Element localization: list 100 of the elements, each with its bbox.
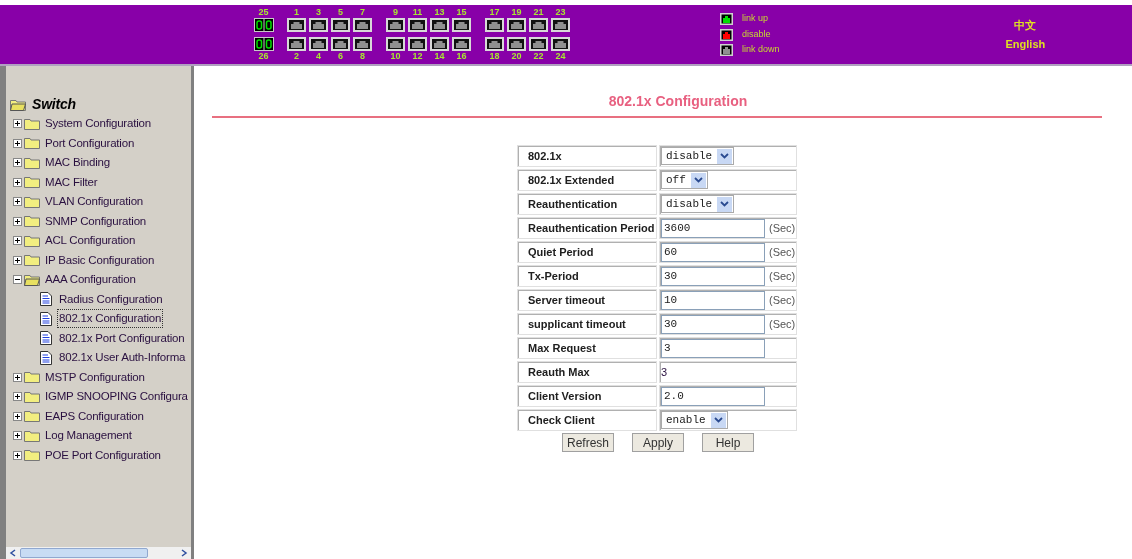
tree-item[interactable]: Port Configuration <box>45 134 135 152</box>
folder-icon <box>24 429 40 442</box>
dropdown[interactable]: disable <box>661 147 735 165</box>
tree-item[interactable]: System Configuration <box>45 115 151 133</box>
unit-label: (Sec) <box>769 244 796 260</box>
dropdown[interactable]: off <box>661 171 708 189</box>
field-label: Reauthentication Period <box>517 217 657 239</box>
expand-icon[interactable] <box>13 177 22 187</box>
folder-icon <box>24 176 40 189</box>
tree-root-label[interactable]: Switch <box>32 94 76 115</box>
expand-icon[interactable] <box>13 450 22 460</box>
port-number: 11 <box>412 7 423 18</box>
dropdown-caret-icon <box>690 172 706 188</box>
unit-label: (Sec) <box>769 292 796 308</box>
document-icon <box>40 350 52 365</box>
tree-item[interactable]: Log Management <box>45 427 132 445</box>
port-number: 12 <box>412 51 423 62</box>
expand-icon[interactable] <box>13 197 22 207</box>
unit-label: (Sec) <box>769 268 796 284</box>
expand-icon[interactable] <box>13 392 22 402</box>
input-field[interactable]: 60 <box>661 242 765 262</box>
port-number: 16 <box>456 51 467 62</box>
port-number: 6 <box>338 51 343 62</box>
tree-item[interactable]: MSTP Configuration <box>45 368 145 386</box>
tree-item[interactable]: MAC Filter <box>45 173 98 191</box>
dropdown[interactable]: disable <box>661 195 735 213</box>
form-button[interactable]: Refresh <box>562 433 614 452</box>
page-title: 802.1x Configuration <box>608 92 748 110</box>
port-number: 24 <box>555 51 566 62</box>
expand-icon[interactable] <box>13 431 22 441</box>
tree-item[interactable]: AAA Configuration <box>45 271 136 289</box>
document-icon <box>40 311 52 326</box>
port-number: 14 <box>434 51 445 62</box>
tree-item[interactable]: 802.1x Configuration <box>57 309 164 329</box>
port-number: 18 <box>489 51 500 62</box>
port-number: 2 <box>294 51 299 62</box>
port-number: 7 <box>360 7 365 18</box>
form-button[interactable]: Apply <box>632 433 684 452</box>
expand-icon[interactable] <box>13 138 22 148</box>
expand-icon[interactable] <box>13 236 22 246</box>
folder-icon <box>24 390 40 403</box>
port-number: 25 <box>258 7 269 18</box>
document-icon <box>40 292 52 307</box>
tree-item[interactable]: 802.1x User Auth-Informa <box>57 348 188 368</box>
expand-icon[interactable] <box>13 158 22 168</box>
tree-item[interactable]: POE Port Configuration <box>45 446 161 464</box>
horizontal-scrollbar[interactable] <box>6 547 191 559</box>
open-folder-icon <box>24 273 40 286</box>
tree-item[interactable]: ACL Configuration <box>45 232 136 250</box>
tree-item[interactable]: VLAN Configuration <box>45 193 144 211</box>
tree-item[interactable]: Radius Configuration <box>57 289 165 309</box>
folder-icon <box>24 371 40 384</box>
port-number: 13 <box>434 7 445 18</box>
expand-icon[interactable] <box>13 411 22 421</box>
form-button[interactable]: Help <box>702 433 754 452</box>
port-number: 8 <box>360 51 365 62</box>
tree-item[interactable]: MAC Binding <box>45 154 110 172</box>
port-number: 5 <box>338 7 343 18</box>
port-number: 23 <box>555 7 566 18</box>
field-label: Reauth Max <box>517 361 657 383</box>
folder-icon <box>24 117 40 130</box>
field-label: Tx-Period <box>517 265 657 287</box>
port-number: 26 <box>258 51 269 62</box>
folder-icon <box>24 254 40 267</box>
input-field[interactable]: 3600 <box>661 218 765 238</box>
tree-item[interactable]: 802.1x Port Configuration <box>57 328 187 348</box>
dropdown-caret-icon <box>717 148 733 164</box>
field-label: Check Client <box>517 409 657 431</box>
field-label: 802.1x <box>517 145 657 167</box>
unit-label: (Sec) <box>769 316 796 332</box>
document-icon <box>40 331 52 346</box>
dropdown[interactable]: enable <box>661 411 728 429</box>
port-number: 3 <box>316 7 321 18</box>
language-link[interactable]: 中文 <box>1014 16 1037 33</box>
expand-icon[interactable] <box>13 216 22 226</box>
port-number: 9 <box>393 7 398 18</box>
tree-item[interactable]: SNMP Configuration <box>45 212 147 230</box>
language-link[interactable]: English <box>1005 36 1046 53</box>
input-field[interactable]: 30 <box>661 266 765 286</box>
collapse-icon[interactable] <box>13 275 22 285</box>
tree-item[interactable]: EAPS Configuration <box>45 407 144 425</box>
expand-icon[interactable] <box>13 119 22 129</box>
folder-icon <box>24 234 40 247</box>
port-number: 4 <box>316 51 321 62</box>
scroll-left-icon[interactable] <box>9 549 17 557</box>
port-number: 17 <box>489 7 500 18</box>
scroll-right-icon[interactable] <box>180 549 188 557</box>
port-number: 15 <box>456 7 467 18</box>
field-label: 802.1x Extended <box>517 169 657 191</box>
port-number: 20 <box>511 51 522 62</box>
input-field[interactable]: 10 <box>661 290 765 310</box>
field-label: supplicant timeout <box>517 313 657 335</box>
expand-icon[interactable] <box>13 372 22 382</box>
expand-icon[interactable] <box>13 255 22 265</box>
field-label: Reauthentication <box>517 193 657 215</box>
tree-item[interactable]: IP Basic Configuration <box>45 251 155 269</box>
input-field[interactable]: 30 <box>661 314 765 334</box>
input-field[interactable]: 3 <box>661 338 765 358</box>
input-field[interactable]: 2.0 <box>661 386 765 406</box>
tree-item[interactable]: IGMP SNOOPING Configura <box>45 388 188 406</box>
